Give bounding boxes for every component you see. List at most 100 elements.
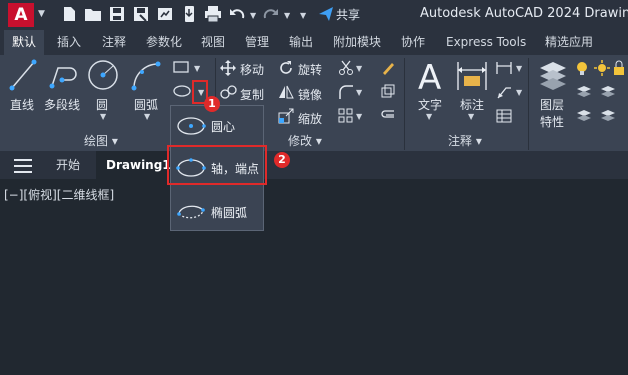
tab-parametric[interactable]: 参数化 — [146, 30, 182, 55]
modify-panel-footer[interactable]: 修改 ▾ — [288, 131, 322, 151]
share-icon[interactable] — [318, 6, 334, 22]
mirror-button[interactable]: 镜像 — [298, 86, 322, 103]
tab-featured-apps[interactable]: 精选应用 — [545, 30, 593, 55]
open-folder-icon[interactable] — [84, 5, 102, 23]
svg-text:A: A — [418, 58, 441, 94]
new-file-icon[interactable] — [60, 5, 78, 23]
save-as-icon[interactable] — [132, 5, 150, 23]
menu-item-ellipse-center[interactable]: 圆心 — [171, 108, 263, 144]
undo-dropdown-icon[interactable]: ▼ — [250, 11, 256, 20]
rectangle-dropdown-icon[interactable]: ▼ — [194, 64, 200, 73]
scale-icon[interactable] — [278, 108, 294, 124]
document-tab-bar — [0, 151, 628, 179]
layer-on-bulb-icon[interactable] — [574, 60, 590, 76]
panel-separator — [528, 58, 529, 150]
scale-button[interactable]: 缩放 — [298, 110, 322, 127]
menu-item-label: 椭圆弧 — [211, 206, 248, 220]
dimension-icon[interactable] — [454, 58, 490, 94]
move-button[interactable]: 移动 — [240, 61, 264, 78]
layer-properties-label-2[interactable]: 特性 — [540, 113, 564, 130]
arc-dropdown-icon[interactable]: ▼ — [144, 112, 150, 121]
qat-customize-icon[interactable]: ▼ — [300, 11, 306, 20]
fillet-icon[interactable] — [338, 84, 354, 100]
tab-annotate[interactable]: 注释 — [102, 30, 126, 55]
move-icon[interactable] — [220, 60, 236, 76]
trim-icon[interactable] — [338, 60, 354, 76]
arc-button[interactable]: 圆弧 — [134, 96, 158, 113]
polyline-icon[interactable] — [48, 58, 82, 92]
layer-isolate-icon[interactable] — [576, 108, 592, 124]
text-icon[interactable]: A — [412, 58, 448, 94]
circle-icon[interactable] — [86, 58, 120, 92]
explode-icon[interactable] — [380, 84, 396, 100]
tab-collaborate[interactable]: 协作 — [401, 30, 425, 55]
window-title: Autodesk AutoCAD 2024 Drawing — [420, 6, 628, 21]
dimension-button[interactable]: 标注 — [460, 96, 484, 113]
line-button[interactable]: 直线 — [10, 96, 34, 113]
elliptical-arc-icon — [175, 198, 207, 226]
copy-icon[interactable] — [220, 84, 238, 100]
fillet-dropdown-icon[interactable]: ▼ — [356, 88, 362, 97]
rectangle-icon[interactable] — [172, 60, 190, 74]
linear-dimension-icon[interactable] — [496, 60, 512, 76]
polyline-button[interactable]: 多段线 — [44, 96, 80, 113]
layer-properties-label[interactable]: 图层 — [540, 96, 564, 113]
layer-lock-icon[interactable] — [612, 60, 626, 76]
viewport-controls[interactable]: [−][俯视][二维线框] — [4, 186, 114, 203]
chevron-down-icon[interactable]: ▼ — [38, 9, 45, 19]
dimension-dropdown-icon[interactable]: ▼ — [468, 112, 474, 121]
plot-printer-icon[interactable] — [204, 5, 222, 23]
layer-match-icon[interactable] — [600, 84, 616, 100]
autocad-logo-button[interactable]: A — [8, 3, 34, 27]
copy-button[interactable]: 复制 — [240, 86, 264, 103]
mirror-icon[interactable] — [278, 84, 294, 100]
rotate-button[interactable]: 旋转 — [298, 61, 322, 78]
arc-icon[interactable] — [130, 58, 162, 92]
line-icon[interactable] — [8, 58, 38, 92]
redo-dropdown-icon[interactable]: ▼ — [284, 11, 290, 20]
text-dropdown-icon[interactable]: ▼ — [426, 112, 432, 121]
draw-panel-footer[interactable]: 绘图 ▾ — [84, 131, 118, 151]
leader-dropdown-icon[interactable]: ▼ — [516, 88, 522, 97]
doc-tab-start[interactable]: 开始 — [46, 151, 90, 179]
leader-icon[interactable] — [496, 84, 512, 100]
text-button[interactable]: 文字 — [418, 96, 442, 113]
tab-output[interactable]: 输出 — [289, 30, 313, 55]
rotate-icon[interactable] — [278, 60, 294, 76]
table-icon[interactable] — [496, 108, 512, 124]
menu-item-label: 圆心 — [211, 120, 236, 134]
circle-dropdown-icon[interactable]: ▼ — [100, 112, 106, 121]
panel-separator — [404, 58, 405, 150]
layer-thaw-sun-icon[interactable] — [594, 60, 610, 76]
linear-dimension-dropdown-icon[interactable]: ▼ — [516, 64, 522, 73]
step-badge-2: 2 — [274, 152, 290, 168]
highlight-box-axis-end — [167, 145, 267, 185]
save-to-mobile-icon[interactable] — [180, 5, 198, 23]
circle-button[interactable]: 圆 — [96, 96, 108, 113]
annotation-panel-footer[interactable]: 注释 ▾ — [448, 131, 482, 151]
undo-icon[interactable] — [228, 5, 246, 23]
layer-properties-icon[interactable] — [536, 58, 570, 94]
share-button[interactable]: 共享 — [336, 6, 360, 23]
tab-insert[interactable]: 插入 — [57, 30, 81, 55]
tab-express-tools[interactable]: Express Tools — [446, 30, 526, 55]
tab-manage[interactable]: 管理 — [245, 30, 269, 55]
array-dropdown-icon[interactable]: ▼ — [356, 112, 362, 121]
menu-hamburger-icon[interactable] — [14, 158, 32, 173]
menu-item-elliptical-arc[interactable]: 椭圆弧 — [171, 194, 263, 230]
array-icon[interactable] — [338, 108, 354, 124]
trim-dropdown-icon[interactable]: ▼ — [356, 64, 362, 73]
redo-icon[interactable] — [262, 5, 280, 23]
open-from-web-icon[interactable] — [156, 5, 174, 23]
ellipse-icon[interactable] — [172, 84, 192, 98]
step-badge-1: 1 — [204, 96, 220, 112]
autocad-window: A ▼ ▼ ▼ ▼ 共享 Autodesk AutoCAD 2024 Drawi… — [0, 0, 628, 375]
save-icon[interactable] — [108, 5, 126, 23]
tab-addins[interactable]: 附加模块 — [333, 30, 381, 55]
tab-view[interactable]: 视图 — [201, 30, 225, 55]
erase-icon[interactable] — [380, 60, 396, 76]
offset-icon[interactable] — [380, 108, 396, 124]
layer-walk-icon[interactable] — [600, 108, 616, 124]
tab-default[interactable]: 默认 — [4, 30, 45, 55]
layer-state-icon[interactable] — [576, 84, 592, 100]
